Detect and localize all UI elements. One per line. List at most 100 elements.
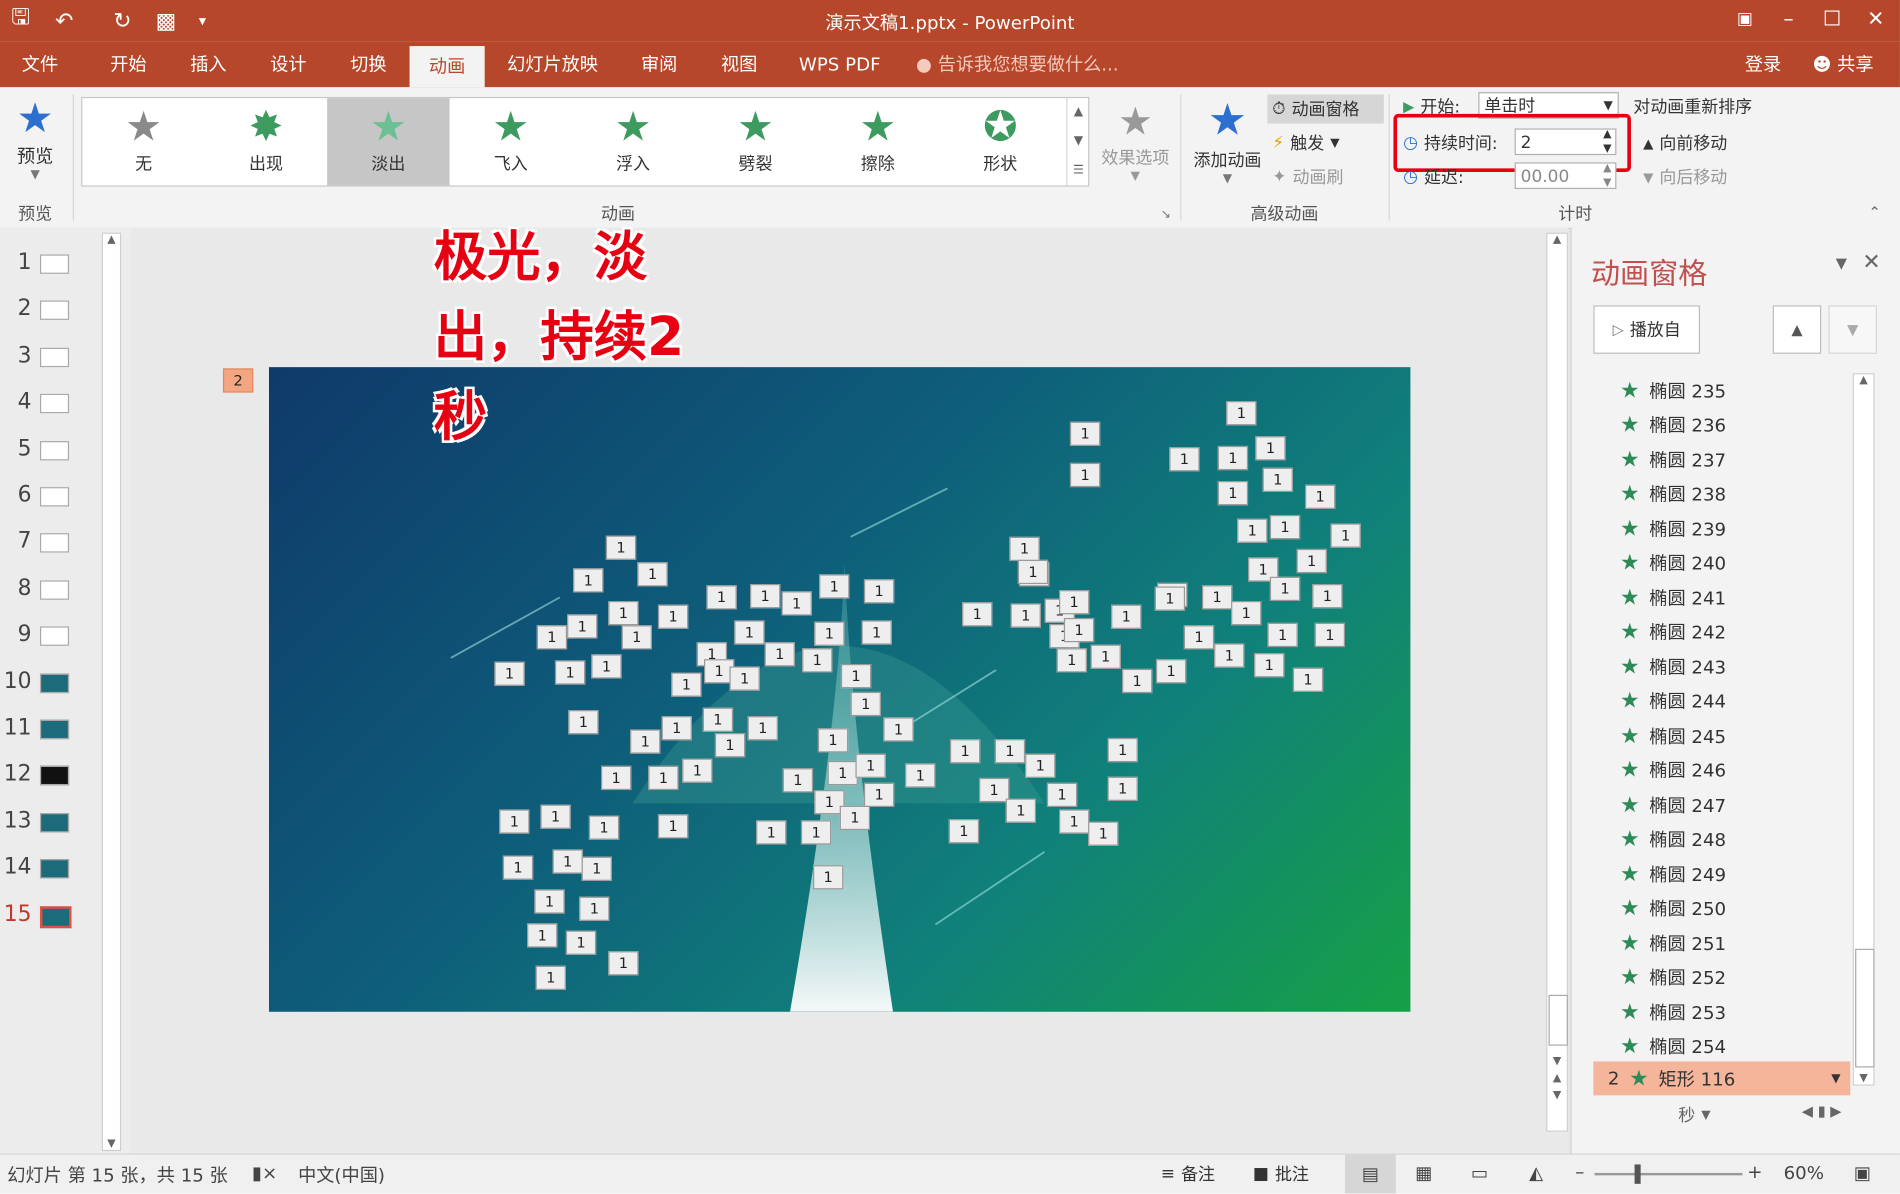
numbered-shape[interactable]: 1 xyxy=(540,804,571,829)
numbered-shape[interactable]: 1 xyxy=(536,625,568,650)
slide-thumbnail[interactable] xyxy=(39,812,70,833)
numbered-shape[interactable]: 1 xyxy=(1217,481,1249,506)
numbered-shape[interactable]: 1 xyxy=(840,664,872,689)
maximize-icon[interactable]: ☐ xyxy=(1810,2,1854,36)
numbered-shape[interactable]: 1 xyxy=(1069,462,1101,488)
numbered-shape[interactable]: 1 xyxy=(1269,576,1301,602)
numbered-shape[interactable]: 1 xyxy=(800,820,832,845)
slide-thumbnail[interactable] xyxy=(39,673,70,693)
tab-transitions[interactable]: 切换 xyxy=(337,41,400,87)
numbered-shape[interactable]: 1 xyxy=(764,642,795,667)
numbered-shape[interactable]: 1 xyxy=(863,579,895,604)
numbered-shape[interactable]: 1 xyxy=(1017,559,1049,585)
login-link[interactable]: 登录 xyxy=(1735,41,1791,87)
numbered-shape[interactable]: 1 xyxy=(579,896,610,921)
slide-sorter-icon[interactable]: ▦ xyxy=(1415,1162,1432,1184)
animation-list-item[interactable]: ★ 椭圆 240 xyxy=(1620,546,1862,580)
slide-thumbnail[interactable] xyxy=(39,719,70,740)
numbered-shape[interactable]: 1 xyxy=(581,856,612,881)
numbered-shape[interactable]: 1 xyxy=(527,923,558,948)
numbered-shape[interactable]: 1 xyxy=(1312,584,1343,609)
dialog-launcher-icon[interactable]: ↘ xyxy=(1161,208,1171,221)
normal-view-icon[interactable]: ▤ xyxy=(1344,1154,1396,1194)
animation-list-item[interactable]: ★ 椭圆 235 xyxy=(1620,373,1862,407)
zoom-slider-thumb[interactable] xyxy=(1634,1164,1641,1184)
numbered-shape[interactable]: 1 xyxy=(1169,447,1200,472)
numbered-shape[interactable]: 1 xyxy=(565,930,597,955)
animation-list-item[interactable]: ★ 椭圆 244 xyxy=(1620,684,1862,718)
animation-list-item[interactable]: ★ 椭圆 246 xyxy=(1620,753,1862,787)
tab-slideshow[interactable]: 幻灯片放映 xyxy=(497,41,608,87)
numbered-shape[interactable]: 1 xyxy=(863,782,895,807)
numbered-shape[interactable]: 1 xyxy=(1009,536,1040,562)
move-up-button[interactable]: ▲ xyxy=(1772,305,1822,354)
collapse-ribbon-icon[interactable]: ⌃ xyxy=(1868,204,1880,221)
anim-none[interactable]: ★ 无 xyxy=(82,98,204,185)
animation-painter-button[interactable]: ✦ 动画刷 xyxy=(1272,165,1343,189)
numbered-shape[interactable]: 1 xyxy=(1107,737,1138,763)
animation-list-item[interactable]: ★ 椭圆 251 xyxy=(1620,926,1862,960)
tab-wps-pdf[interactable]: WPS PDF xyxy=(790,41,889,87)
timeline-zoom-icon[interactable]: ◀ ▮ ▶ xyxy=(1802,1103,1842,1120)
numbered-shape[interactable]: 1 xyxy=(1005,798,1037,823)
numbered-shape[interactable]: 1 xyxy=(1237,518,1268,543)
tab-file[interactable]: 文件 xyxy=(10,41,71,87)
numbered-shape[interactable]: 1 xyxy=(734,620,765,645)
gallery-scroll[interactable]: ▲ ▼ ☰ xyxy=(1066,98,1089,186)
numbered-shape[interactable]: 1 xyxy=(682,758,713,783)
numbered-shape[interactable]: 1 xyxy=(535,965,566,990)
zoom-level[interactable]: 60% xyxy=(1784,1162,1824,1184)
move-later-button[interactable]: ▼ 向后移动 xyxy=(1643,165,1727,189)
anim-appear[interactable]: ✸ 出现 xyxy=(205,98,327,185)
numbered-shape[interactable]: 1 xyxy=(819,574,850,599)
animation-list-item[interactable]: ★ 椭圆 245 xyxy=(1620,719,1862,753)
slide-thumbnail[interactable] xyxy=(39,533,70,554)
notes-button[interactable]: ≡ 备注 xyxy=(1161,1162,1215,1186)
fit-to-window-icon[interactable]: ▣ xyxy=(1854,1162,1871,1184)
duration-input[interactable]: 2 ▲ ▼ xyxy=(1514,128,1617,156)
numbered-shape[interactable]: 1 xyxy=(591,654,622,679)
editor-scroll-up-icon[interactable]: ▲ xyxy=(1547,234,1566,246)
animation-list-item[interactable]: ★ 椭圆 253 xyxy=(1620,995,1862,1029)
numbered-shape[interactable]: 1 xyxy=(588,815,620,840)
thumbnail-scrollbar[interactable]: ▲ ▼ xyxy=(101,232,122,1152)
numbered-shape[interactable]: 1 xyxy=(552,849,583,874)
anim-split[interactable]: ★ 劈裂 xyxy=(694,98,816,185)
numbered-shape[interactable]: 1 xyxy=(855,753,886,778)
editor-scroll-thumb[interactable] xyxy=(1548,994,1568,1046)
numbered-shape[interactable]: 1 xyxy=(948,819,980,844)
slide-thumbnail[interactable] xyxy=(39,347,70,367)
anim-fly-in[interactable]: ★ 飞入 xyxy=(450,98,572,185)
numbered-shape[interactable]: 1 xyxy=(1231,601,1262,626)
slideshow-view-icon[interactable]: ◭ xyxy=(1529,1162,1543,1184)
tell-me-box[interactable]: ● 告诉我您想要做什么... xyxy=(916,41,1134,87)
zoom-out-icon[interactable]: – xyxy=(1575,1161,1584,1183)
animation-list-item[interactable]: ★ 椭圆 241 xyxy=(1620,580,1862,614)
numbered-shape[interactable]: 1 xyxy=(883,717,914,742)
move-earlier-button[interactable]: ▲ 向前移动 xyxy=(1643,131,1727,155)
numbered-shape[interactable]: 1 xyxy=(949,739,981,764)
tab-design[interactable]: 设计 xyxy=(257,41,320,87)
numbered-shape[interactable]: 1 xyxy=(1069,421,1101,446)
numbered-shape[interactable]: 1 xyxy=(747,716,778,741)
seconds-dropdown[interactable]: 秒 ▼ xyxy=(1678,1103,1710,1127)
editor-scrollbar[interactable]: ▲ ▼ ▲ ▼ xyxy=(1546,232,1568,1132)
numbered-shape[interactable]: 1 xyxy=(702,707,734,732)
pane-scroll-down-icon[interactable]: ▼ xyxy=(1854,1072,1873,1084)
pane-options-icon[interactable]: ▼ xyxy=(1836,254,1847,271)
numbered-shape[interactable]: 1 xyxy=(1255,436,1286,461)
scroll-up-icon[interactable]: ▲ xyxy=(103,234,120,246)
tab-home[interactable]: 开始 xyxy=(97,41,160,87)
numbered-shape[interactable]: 1 xyxy=(601,765,632,791)
numbered-shape[interactable]: 1 xyxy=(661,716,692,741)
numbered-shape[interactable]: 1 xyxy=(1183,625,1215,650)
numbered-shape[interactable]: 1 xyxy=(502,855,534,880)
selected-animation-item[interactable]: 2 ★ 矩形 116 ▼ xyxy=(1593,1061,1851,1096)
tab-insert[interactable]: 插入 xyxy=(177,41,240,87)
ribbon-display-icon[interactable]: ▣ xyxy=(1723,2,1767,36)
numbered-shape[interactable]: 1 xyxy=(813,865,844,890)
numbered-shape[interactable]: 1 xyxy=(1107,776,1138,801)
animation-pane-button[interactable]: ⏱ 动画窗格 xyxy=(1267,94,1384,124)
numbered-shape[interactable]: 1 xyxy=(706,585,737,610)
slide-thumbnail[interactable] xyxy=(39,626,70,647)
